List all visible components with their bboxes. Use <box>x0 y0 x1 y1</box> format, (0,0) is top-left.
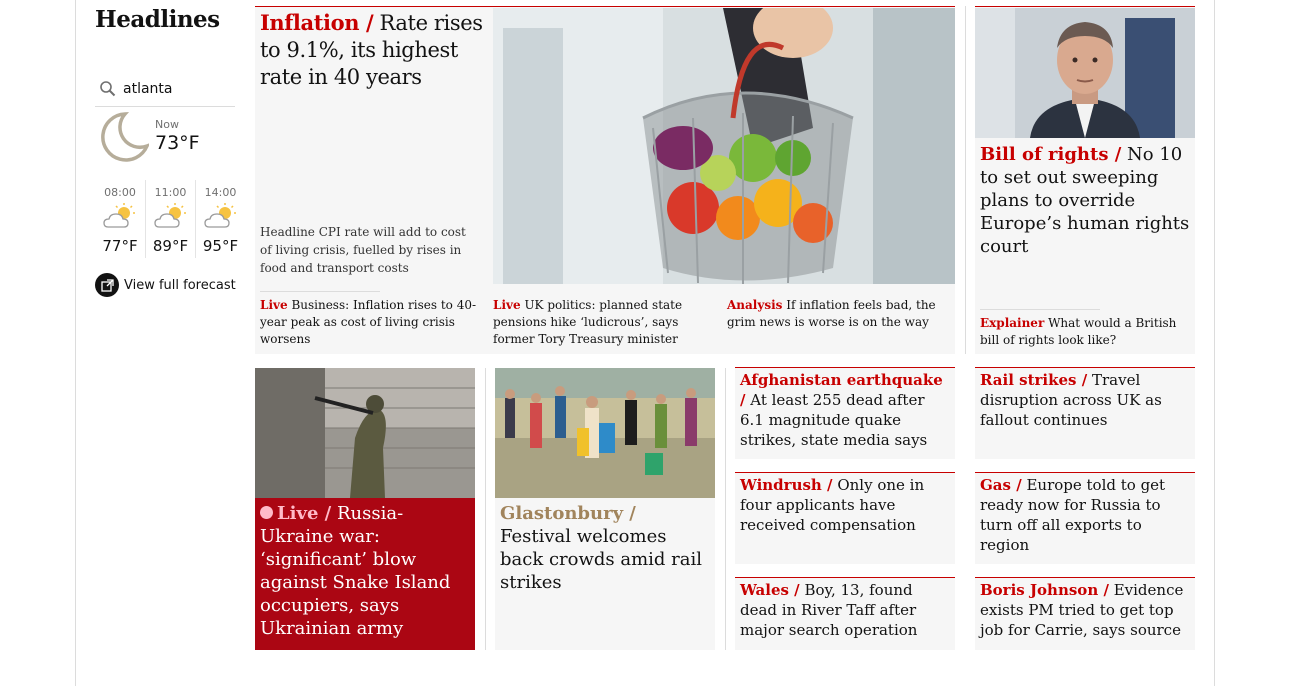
moon-icon <box>101 112 149 162</box>
small-story-kicker: Wales / <box>740 581 800 599</box>
glastonbury-headline-text: Festival welcomes back crowds amid rail … <box>500 526 703 593</box>
small-story-kicker: Windrush / <box>740 476 833 494</box>
small-story-headline[interactable]: Wales / Boy, 13, found dead in River Taf… <box>740 580 952 640</box>
forecast-item: 08:00 77°F <box>95 180 145 258</box>
forecast-temp: 77°F <box>102 237 138 255</box>
weather-now-label: Now <box>155 118 179 131</box>
small-story-kicker: Rail strikes / <box>980 371 1088 389</box>
small-story-text: At least 255 dead after 6.1 magnitude qu… <box>740 391 928 449</box>
lead-sublinks: Live Business: Inflation rises to 40-yea… <box>255 291 955 355</box>
weather-now: Now 73°F <box>95 112 235 170</box>
ukraine-kicker: Live / <box>277 503 332 524</box>
view-full-forecast-label: View full forecast <box>124 277 236 293</box>
bill-of-rights-headline[interactable]: Bill of rights / No 10 to set out sweepi… <box>980 143 1192 258</box>
festival-crowd-image[interactable] <box>495 368 715 498</box>
lead-sublink[interactable]: Analysis If inflation feels bad, the gri… <box>727 297 949 331</box>
small-story-card[interactable]: Gas / Europe told to get ready now for R… <box>975 472 1195 564</box>
explainer-kicker: Explainer <box>980 316 1045 330</box>
forecast-item: 11:00 89°F <box>145 180 195 258</box>
glastonbury-card[interactable]: Glastonbury / Festival welcomes back cro… <box>495 368 715 650</box>
partly-sunny-icon <box>196 203 245 233</box>
lead-image-shopping-basket[interactable] <box>493 8 955 284</box>
view-full-forecast-link[interactable]: View full forecast <box>95 273 236 297</box>
small-story-card[interactable]: Boris Johnson / Evidence exists PM tried… <box>975 577 1195 650</box>
forecast-time: 14:00 <box>204 186 237 199</box>
lead-kicker: Inflation / <box>260 10 374 35</box>
explainer-sublink[interactable]: Explainer What would a British bill of r… <box>980 309 1190 349</box>
weather-location: atlanta <box>123 81 173 97</box>
weather-forecast: 08:00 77°F 11:00 89°F 14:00 95°F <box>95 180 245 258</box>
ukraine-live-card[interactable]: Live / Russia-Ukraine war: ‘significant’… <box>255 368 475 650</box>
search-icon <box>95 80 121 98</box>
column-divider <box>485 368 486 650</box>
sublink-kicker: Analysis <box>727 298 783 312</box>
small-story-card[interactable]: Windrush / Only one in four applicants h… <box>735 472 955 564</box>
sublink-text: UK politics: planned state pensions hike… <box>493 298 683 346</box>
weather-now-temp: 73°F <box>155 132 200 154</box>
small-story-headline[interactable]: Windrush / Only one in four applicants h… <box>740 475 952 535</box>
small-story-headline[interactable]: Boris Johnson / Evidence exists PM tried… <box>980 580 1192 640</box>
external-link-icon <box>95 273 119 297</box>
small-story-kicker: Gas / <box>980 476 1022 494</box>
forecast-item: 14:00 95°F <box>195 180 245 258</box>
forecast-time: 11:00 <box>154 186 187 199</box>
lead-sublink[interactable]: Live Business: Inflation rises to 40-yea… <box>260 291 483 348</box>
politician-portrait-image[interactable] <box>975 8 1195 138</box>
ukraine-headline[interactable]: Live / Russia-Ukraine war: ‘significant’… <box>260 502 470 640</box>
lead-sublink[interactable]: Live UK politics: planned state pensions… <box>493 297 718 348</box>
bill-of-rights-card[interactable]: Bill of rights / No 10 to set out sweepi… <box>975 6 1195 354</box>
glastonbury-headline[interactable]: Glastonbury / Festival welcomes back cro… <box>500 502 712 594</box>
partly-sunny-icon <box>95 203 145 233</box>
weather-location-search[interactable]: atlanta <box>95 72 235 107</box>
sublink-text: Business: Inflation rises to 40-year pea… <box>260 298 477 346</box>
sublink-kicker: Live <box>493 298 521 312</box>
soldier-image[interactable] <box>255 368 475 498</box>
lead-headline[interactable]: Inflation / Rate rises to 9.1%, its high… <box>260 9 485 91</box>
bill-of-rights-kicker: Bill of rights / <box>980 144 1122 165</box>
small-story-card[interactable]: Rail strikes / Travel disruption across … <box>975 367 1195 459</box>
small-story-headline[interactable]: Afghanistan earthquake / At least 255 de… <box>740 370 952 450</box>
forecast-temp: 95°F <box>202 237 239 255</box>
small-story-card[interactable]: Afghanistan earthquake / At least 255 de… <box>735 367 955 459</box>
column-divider <box>965 6 966 354</box>
small-story-kicker: Boris Johnson / <box>980 581 1109 599</box>
lead-standfirst: Headline CPI rate will add to cost of li… <box>260 225 466 275</box>
forecast-time: 08:00 <box>104 186 136 199</box>
small-story-headline[interactable]: Rail strikes / Travel disruption across … <box>980 370 1192 430</box>
glastonbury-kicker: Glastonbury / <box>500 503 636 524</box>
column-divider <box>725 368 726 650</box>
live-pulse-icon <box>260 506 273 519</box>
partly-sunny-icon <box>146 203 195 233</box>
forecast-temp: 89°F <box>152 237 189 255</box>
section-title: Headlines <box>95 6 220 33</box>
small-story-card[interactable]: Wales / Boy, 13, found dead in River Taf… <box>735 577 955 650</box>
small-story-headline[interactable]: Gas / Europe told to get ready now for R… <box>980 475 1192 555</box>
lead-story-card[interactable]: Inflation / Rate rises to 9.1%, its high… <box>255 6 955 354</box>
sublink-kicker: Live <box>260 298 288 312</box>
